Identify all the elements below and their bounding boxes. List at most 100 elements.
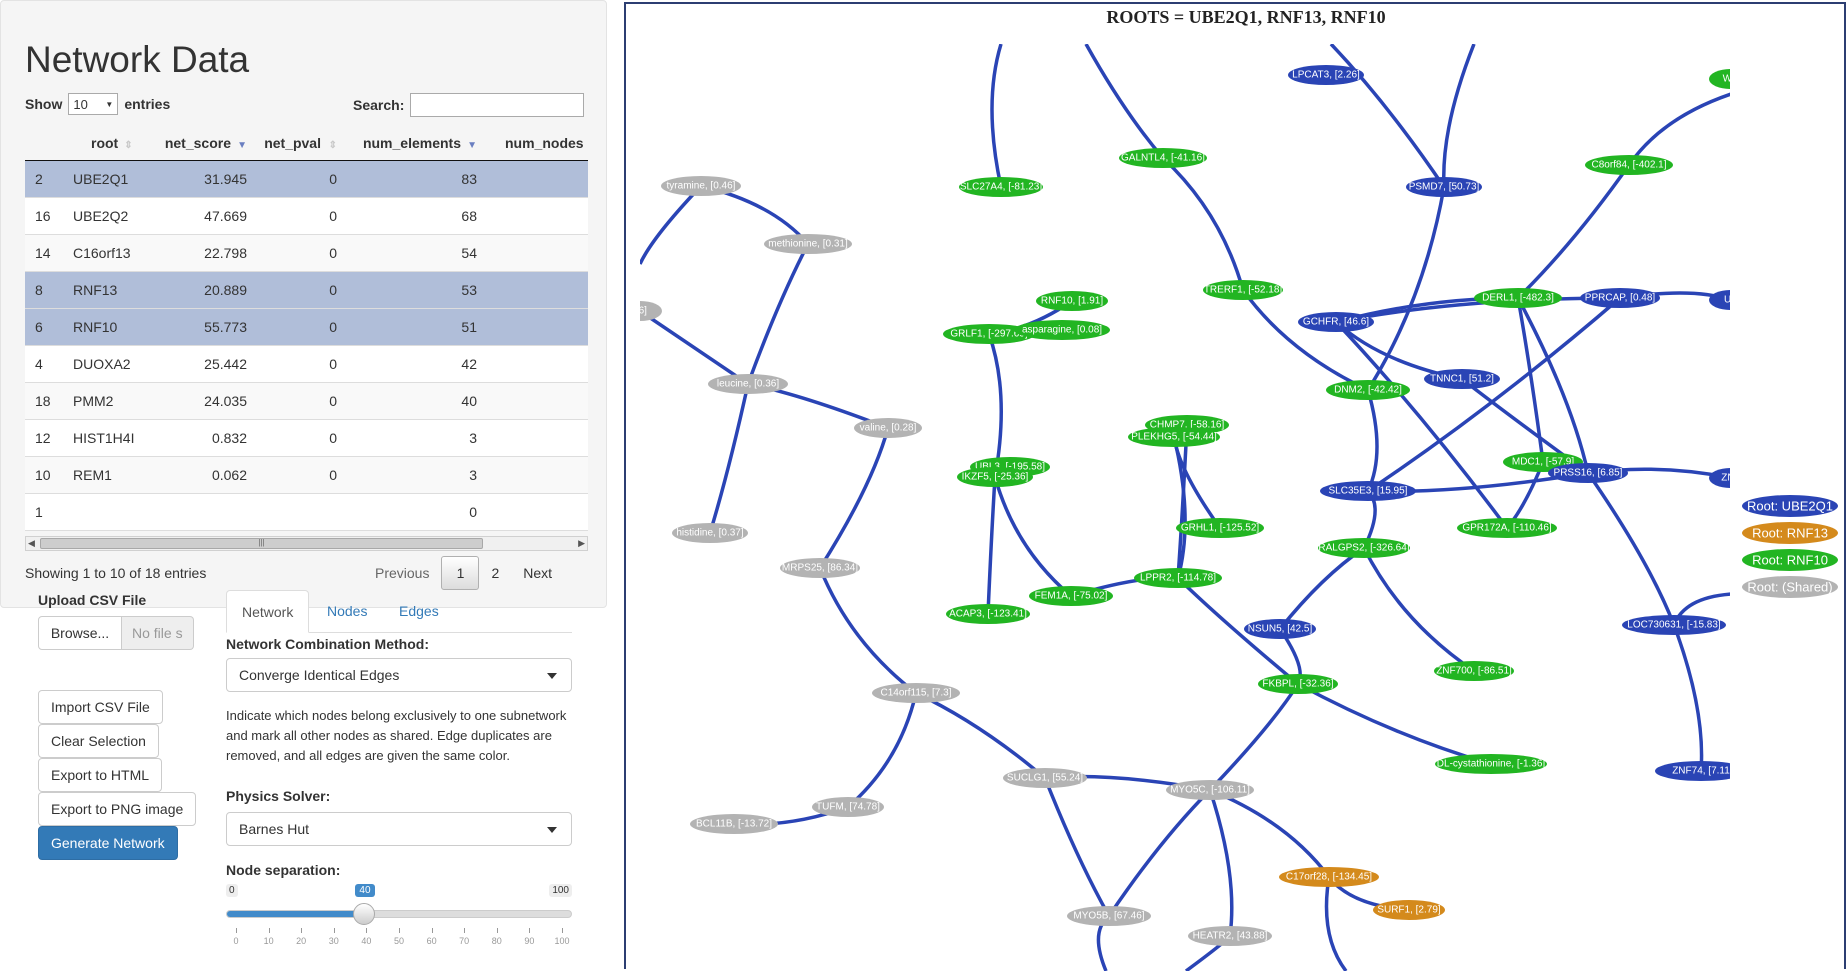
cell-net-score: 31.945 [155, 160, 255, 198]
node-separation-slider[interactable]: 0 100 40 0 10 20 30 40 50 60 70 80 90 100 [226, 884, 572, 964]
node-ellipse[interactable] [1709, 69, 1753, 89]
network-node[interactable]: ZNF700, [-86.51] [1434, 661, 1514, 681]
table-row[interactable]: 4DUOXA225.44204221 [25, 345, 588, 383]
scroll-left-icon[interactable]: ◀ [28, 537, 35, 550]
scroll-right-icon[interactable]: ▶ [578, 537, 585, 550]
network-node[interactable]: UB [1709, 290, 1753, 310]
column-header-num-nodes[interactable]: num_nodes [485, 126, 588, 161]
export-png-button[interactable]: Export to PNG image [38, 792, 197, 826]
column-header-net-pval[interactable]: net_pval ⇕ [255, 126, 345, 161]
table-row[interactable]: 2UBE2Q131.94508338 [25, 160, 588, 198]
network-node[interactable]: GCHFR, [46.6] [1298, 312, 1374, 332]
node-ellipse[interactable] [1709, 468, 1753, 488]
pagination-page-2[interactable]: 2 [479, 557, 511, 589]
network-node[interactable]: valine, [0.28] [854, 418, 922, 438]
table-row[interactable]: 18PMM224.03504020 [25, 382, 588, 420]
network-node[interactable]: LPCAT3, [2.26] [1288, 65, 1364, 85]
generate-network-button[interactable]: Generate Network [38, 826, 178, 860]
network-node[interactable]: 36] [626, 301, 662, 321]
network-node[interactable]: SLC27A4, [-81.23] [959, 177, 1043, 197]
column-header-net-score[interactable]: net_score ▼ [155, 126, 255, 161]
network-node[interactable]: WR [1709, 69, 1753, 89]
pagination-next[interactable]: Next [511, 557, 564, 589]
network-node[interactable]: ACAP3, [-123.41] [946, 604, 1030, 624]
search-label: Search: [353, 97, 405, 113]
network-node[interactable]: leucine, [0.36] [708, 374, 788, 394]
network-node[interactable]: LPPR2, [-114.78] [1134, 568, 1222, 588]
tab-edges[interactable]: Edges [384, 590, 454, 632]
node-ellipse[interactable] [1709, 290, 1753, 310]
search-input[interactable] [410, 93, 585, 117]
network-edge [1297, 682, 1492, 766]
network-node[interactable]: methionine, [0.31] [764, 234, 852, 254]
network-node[interactable]: PPRCAP, [0.48] [1580, 288, 1660, 308]
network-node[interactable]: MRPS25, [86.34] [780, 558, 860, 578]
network-node[interactable]: TUFM, [74.78] [812, 797, 884, 817]
table-row[interactable]: 1 00 [25, 493, 588, 531]
network-node[interactable]: ZNF74, [7.11 [1655, 761, 1747, 781]
scrollbar-thumb[interactable]: ||| [40, 538, 483, 549]
cell-root: RNF13 [69, 271, 155, 309]
network-node[interactable]: MYO5C, [-106.11] [1166, 780, 1254, 800]
network-node[interactable]: SUCLG1, [55.24] [1003, 768, 1087, 788]
solver-select[interactable]: Barnes Hut [226, 812, 572, 846]
table-row[interactable]: 8RNF1320.88905325 [25, 271, 588, 309]
horizontal-scrollbar[interactable]: ◀ ||| ▶ [25, 536, 588, 551]
network-node[interactable]: RALGPS2, [-326.64] [1318, 538, 1410, 558]
table-row[interactable]: 14C16orf1322.79805426 [25, 234, 588, 272]
tab-nodes[interactable]: Nodes [312, 590, 382, 632]
browse-button[interactable]: Browse... [38, 616, 122, 650]
network-node[interactable]: MYO5B, [67.46] [1067, 906, 1151, 926]
network-node[interactable]: FEM1A, [-75.02] [1029, 586, 1113, 606]
slider-tick-label: 80 [491, 936, 502, 946]
network-node[interactable]: PSMD7, [50.73] [1406, 177, 1482, 197]
table-row[interactable]: 16UBE2Q247.66906833 [25, 197, 588, 235]
network-node[interactable]: TNNC1, [51.2] [1424, 369, 1500, 389]
network-node[interactable]: GRHL1, [-125.52] [1176, 518, 1264, 538]
network-node[interactable]: NSUN5, [42.5] [1244, 619, 1316, 639]
table-row[interactable]: 10REM10.062032 [25, 456, 588, 494]
network-node[interactable]: DNM2, [-42.42] [1326, 380, 1410, 400]
table-row[interactable]: 6RNF1055.77305127 [25, 308, 588, 346]
network-node[interactable]: SURF1, [2.79] [1373, 900, 1445, 920]
network-panel[interactable]: ROOTS = UBE2Q1, RNF13, RNF10 LPCAT3, [2.… [624, 2, 1846, 971]
column-header-root[interactable]: root ⇕ [69, 126, 155, 161]
network-node[interactable]: IKZF5, [-25.36] [957, 467, 1033, 487]
import-csv-button[interactable]: Import CSV File [38, 690, 163, 724]
network-canvas[interactable]: ROOTS = UBE2Q1, RNF13, RNF10 LPCAT3, [2.… [626, 4, 1844, 971]
network-node[interactable]: BCL11B, [-13.72] [690, 814, 778, 834]
legend-label: Root: RNF13 [1752, 526, 1828, 541]
column-header-num-elements[interactable]: num_elements ▼ [345, 126, 485, 161]
column-header-index[interactable] [25, 126, 69, 161]
node-label: LOC730631, [-15.83] [1627, 620, 1721, 631]
export-html-button[interactable]: Export to HTML [38, 758, 163, 792]
network-node[interactable]: LOC730631, [-15.83] [1622, 615, 1726, 635]
pagination-previous[interactable]: Previous [363, 557, 441, 589]
network-node[interactable]: FKBPL, [-32.36] [1258, 674, 1338, 694]
network-node[interactable]: HEATR2, [43.88] [1188, 926, 1272, 946]
network-node[interactable]: PLEKHG5, [-54.44] [1128, 427, 1220, 447]
network-node[interactable]: DL-cystathionine, [-1.36] [1435, 754, 1547, 774]
slider-handle[interactable] [353, 903, 376, 925]
entries-select[interactable]: 10 ▼ [68, 93, 119, 115]
network-node[interactable]: C14orf115, [7.3] [872, 683, 960, 703]
network-node[interactable]: DERL1, [-482.3] [1474, 288, 1562, 308]
network-node[interactable]: RNF10, [1.91] [1036, 291, 1108, 311]
combination-select[interactable]: Converge Identical Edges [226, 658, 572, 692]
network-node[interactable]: SLC35E3, [15.95] [1320, 481, 1416, 501]
network-node[interactable]: C17orf28, [-134.45] [1279, 867, 1379, 887]
network-node[interactable]: PRSS16, [6.85] [1548, 463, 1628, 483]
network-node[interactable]: C8orf84, [-402.1] [1585, 155, 1673, 175]
table-row[interactable]: 12HIST1H4I0.832032 [25, 419, 588, 457]
clear-selection-button[interactable]: Clear Selection [38, 724, 159, 758]
slider-track[interactable] [226, 910, 572, 918]
network-node[interactable]: GALNTL4, [-41.16] [1119, 148, 1207, 168]
network-node[interactable]: histidine, [0.37] [672, 523, 748, 543]
network-node[interactable]: asparagine, [0.08] [1014, 320, 1110, 340]
tab-network[interactable]: Network [226, 590, 310, 633]
network-node[interactable]: GPR172A, [-110.46] [1457, 518, 1557, 538]
network-node[interactable]: TRERF1, [-52.18] [1203, 280, 1283, 300]
network-node[interactable]: tyramine, [0.46] [661, 176, 741, 196]
pagination-page-1[interactable]: 1 [441, 556, 480, 590]
network-node[interactable]: ZNF [1709, 468, 1753, 488]
